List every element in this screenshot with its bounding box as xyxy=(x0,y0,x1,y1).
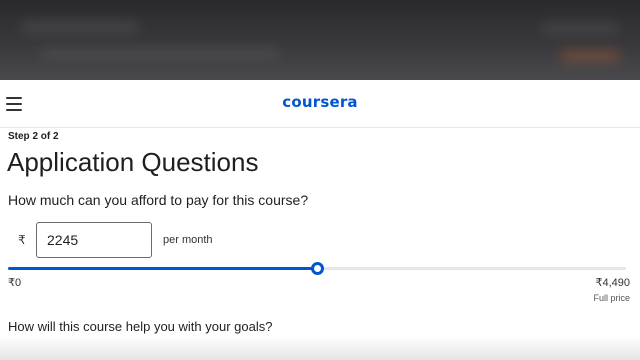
price-slider[interactable] xyxy=(8,262,626,275)
slider-min-label: ₹0 xyxy=(8,277,22,289)
per-month-label: per month xyxy=(163,234,213,246)
blurred-background-overlay xyxy=(0,0,640,80)
question-afford-label: How much can you afford to pay for this … xyxy=(8,192,309,208)
full-price-caption: Full price xyxy=(593,293,630,303)
slider-thumb[interactable] xyxy=(311,262,324,275)
currency-symbol: ₹ xyxy=(18,233,26,247)
step-indicator: Step 2 of 2 xyxy=(8,131,59,142)
question-goals-label: How will this course help you with your … xyxy=(8,319,273,334)
site-header: coursera xyxy=(0,80,640,128)
slider-max-label: ₹4,490 xyxy=(595,277,630,289)
slider-fill xyxy=(8,267,317,270)
bottom-fade xyxy=(0,336,640,360)
page-title: Application Questions xyxy=(7,147,259,177)
coursera-logo[interactable]: coursera xyxy=(0,93,640,111)
amount-input[interactable] xyxy=(36,222,152,258)
